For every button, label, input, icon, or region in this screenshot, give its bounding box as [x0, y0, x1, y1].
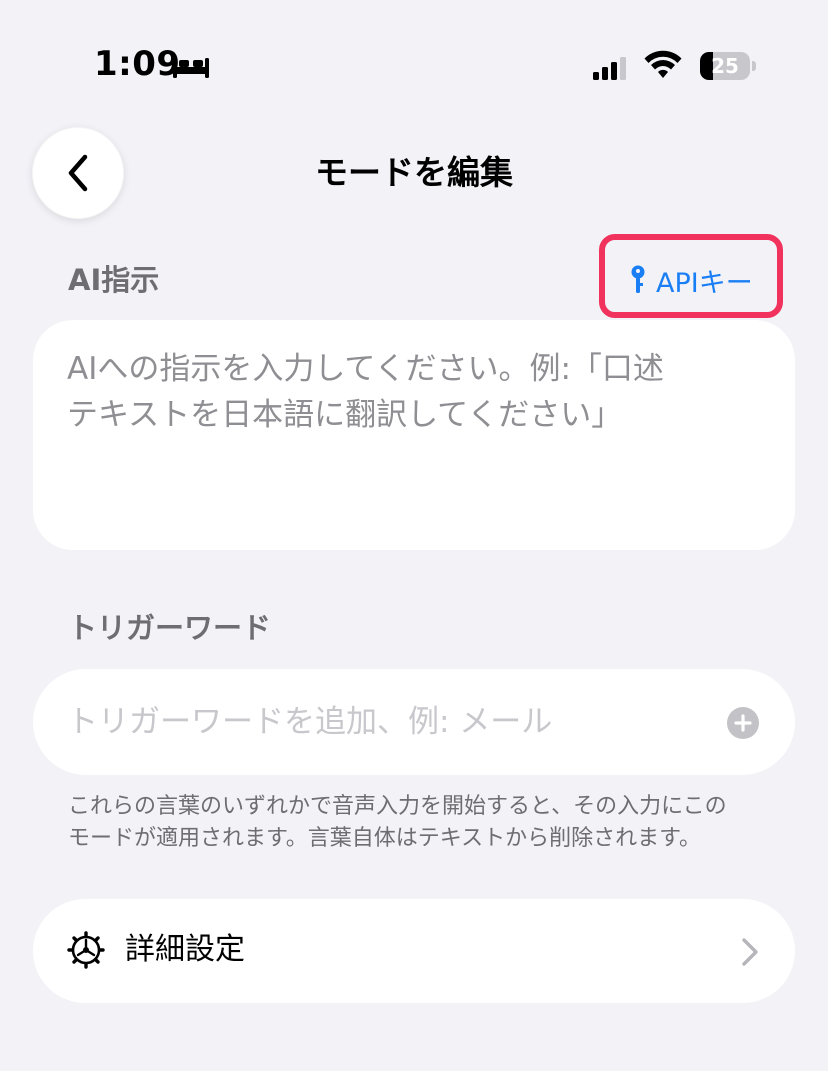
ai-instructions-placeholder-line2: テキストを日本語に翻訳してください」 — [67, 397, 623, 433]
trigger-words-helper-text: これらの言葉のいずれかで音声入力を開始すると、その入力にこの モードが適用されま… — [68, 791, 768, 855]
ai-instructions-card: AIへの指示を入力してください。例:「口述 テキストを日本語に翻訳してください」 — [33, 320, 795, 550]
cellular-signal-icon — [593, 57, 626, 80]
battery-level: 25 — [711, 54, 739, 78]
bed-icon — [173, 58, 209, 78]
chevron-right-icon — [742, 938, 758, 966]
trigger-words-card — [33, 669, 795, 775]
battery-icon: 25 — [700, 52, 756, 80]
advanced-settings-label: 詳細設定 — [125, 932, 245, 967]
add-trigger-word-button[interactable] — [727, 707, 759, 739]
wifi-icon — [644, 50, 682, 78]
trigger-word-input[interactable] — [67, 699, 707, 745]
plus-circle-icon — [734, 714, 752, 732]
status-bar: 1:09 25 — [0, 0, 828, 130]
key-icon — [631, 265, 645, 293]
advanced-settings-row[interactable]: 詳細設定 — [33, 899, 795, 1003]
api-key-button[interactable]: APIキー — [630, 260, 753, 300]
ai-instructions-input[interactable]: AIへの指示を入力してください。例:「口述 テキストを日本語に翻訳してください」 — [67, 346, 687, 526]
status-time: 1:09 — [94, 44, 181, 84]
api-key-label: APIキー — [656, 267, 753, 299]
ai-instructions-placeholder-line1: AIへの指示を入力してください。例:「口述 — [67, 351, 664, 387]
helper-line-1: これらの言葉のいずれかで音声入力を開始すると、その入力にこの — [68, 794, 727, 819]
trigger-words-label: トリガーワード — [68, 611, 272, 645]
helper-line-2: モードが適用されます。言葉自体はテキストから削除されます。 — [68, 826, 701, 851]
back-button[interactable] — [32, 127, 124, 219]
page-title: モードを編集 — [315, 153, 513, 192]
gear-icon — [67, 931, 105, 969]
ai-instructions-label: AI指示 — [68, 263, 160, 297]
chevron-left-icon — [68, 154, 88, 192]
